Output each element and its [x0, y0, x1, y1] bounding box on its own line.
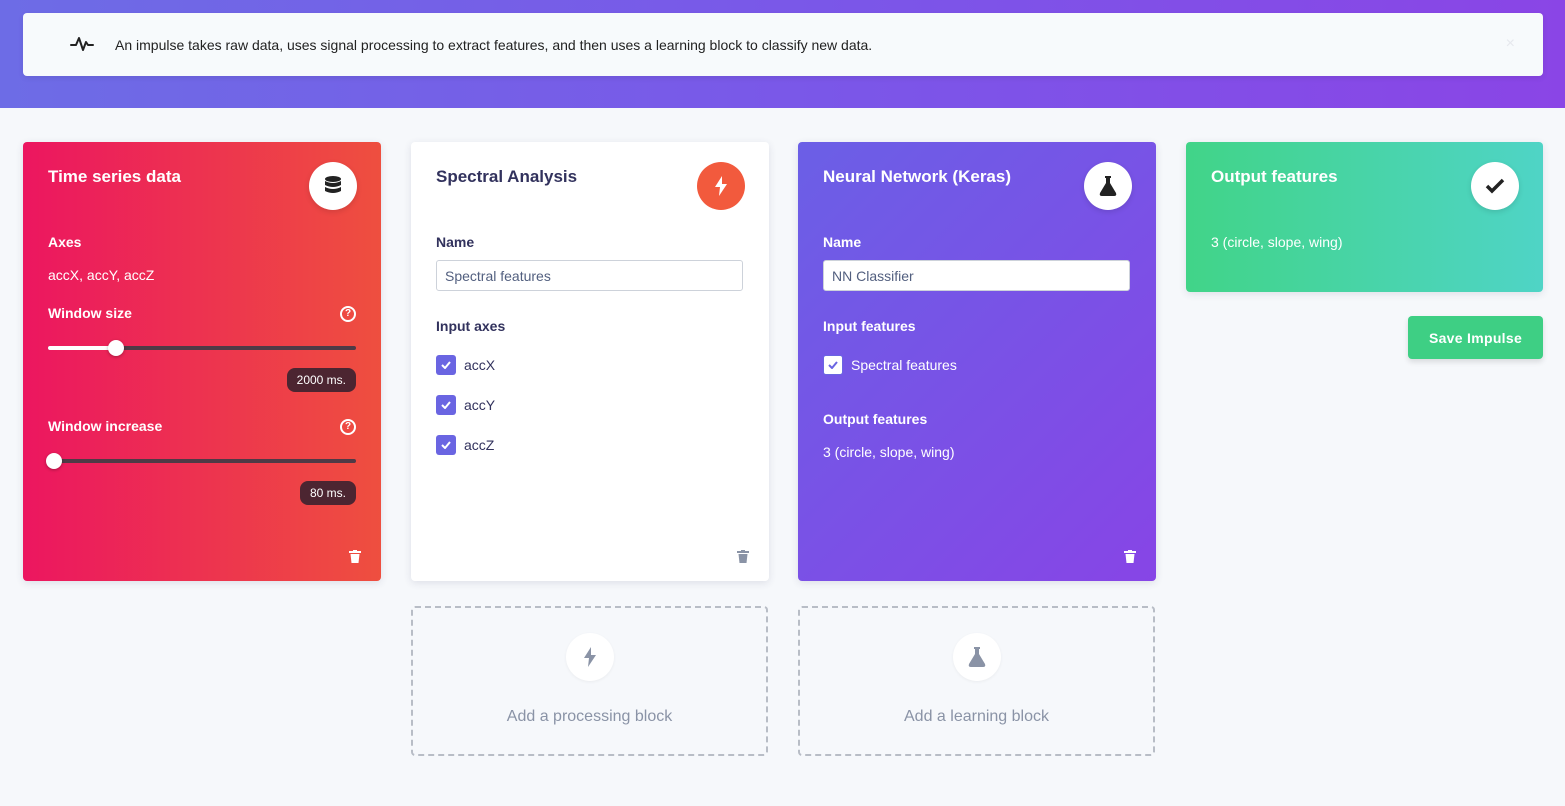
output-title: Output features	[1211, 167, 1338, 186]
spectral-analysis-card: Spectral Analysis Name Input axes accX a…	[411, 142, 769, 581]
time-series-title: Time series data	[48, 167, 181, 186]
axes-label: Axes	[48, 234, 82, 250]
spectral-title: Spectral Analysis	[436, 167, 578, 186]
spectral-name-input[interactable]	[436, 260, 743, 291]
alert-text: An impulse takes raw data, uses signal p…	[115, 37, 873, 53]
output-value: 3 (circle, slope, wing)	[1211, 234, 1343, 250]
help-icon[interactable]: ?	[340, 306, 356, 322]
axis-label: accX	[464, 357, 496, 373]
checkbox-checked[interactable]	[436, 435, 456, 455]
neural-network-card: Neural Network (Keras) Name Input featur…	[798, 142, 1156, 581]
add-learning-label: Add a learning block	[904, 708, 1049, 725]
bolt-icon	[566, 633, 614, 681]
feature-checkbox-spectral[interactable]: Spectral features	[823, 355, 957, 375]
flask-icon	[1084, 162, 1132, 210]
output-features-card: Output features 3 (circle, slope, wing)	[1186, 142, 1543, 292]
output-features-label: Output features	[823, 411, 928, 427]
name-label: Name	[823, 234, 862, 250]
checkbox-checked[interactable]	[823, 355, 843, 375]
checkbox-checked[interactable]	[436, 355, 456, 375]
flask-icon	[953, 633, 1001, 681]
axis-label: accZ	[464, 437, 495, 453]
feature-label: Spectral features	[851, 357, 957, 373]
trash-icon[interactable]	[1124, 550, 1136, 563]
close-icon[interactable]: ×	[1506, 35, 1515, 53]
info-alert: An impulse takes raw data, uses signal p…	[23, 13, 1543, 76]
window-size-handle[interactable]	[107, 340, 124, 356]
add-processing-label: Add a processing block	[506, 708, 673, 725]
help-icon[interactable]: ?	[340, 419, 356, 435]
window-size-value: 2000 ms.	[286, 368, 356, 392]
bolt-icon	[697, 162, 745, 210]
window-increase-value: 80 ms.	[299, 481, 356, 505]
window-size-slider[interactable]	[48, 340, 356, 356]
check-icon	[1471, 162, 1519, 210]
window-size-label: Window size	[48, 305, 132, 321]
trash-icon[interactable]	[737, 550, 749, 563]
window-increase-handle[interactable]	[46, 453, 62, 469]
window-increase-label: Window increase	[48, 418, 163, 434]
window-size-fill	[48, 346, 116, 350]
axis-checkbox-accy[interactable]: accY	[436, 395, 495, 415]
input-features-label: Input features	[823, 318, 916, 334]
save-impulse-button[interactable]: Save Impulse	[1408, 316, 1543, 359]
trash-icon[interactable]	[349, 550, 361, 563]
neural-name-input[interactable]	[823, 260, 1130, 291]
window-increase-slider[interactable]	[46, 453, 356, 469]
neural-title: Neural Network (Keras)	[823, 167, 1012, 186]
name-label: Name	[436, 234, 475, 250]
output-features-value: 3 (circle, slope, wing)	[823, 444, 955, 460]
time-series-card: Time series data Axes accX, accY, accZ W…	[23, 142, 381, 581]
add-learning-block[interactable]: Add a learning block	[798, 606, 1155, 756]
axis-label: accY	[464, 397, 496, 413]
axis-checkbox-accx[interactable]: accX	[436, 355, 495, 375]
axes-value: accX, accY, accZ	[48, 267, 155, 283]
input-axes-label: Input axes	[436, 318, 506, 334]
add-processing-block[interactable]: Add a processing block	[411, 606, 768, 756]
checkbox-checked[interactable]	[436, 395, 456, 415]
pulse-icon	[70, 37, 94, 51]
axis-checkbox-accz[interactable]: accZ	[436, 435, 494, 455]
database-icon	[309, 162, 357, 210]
